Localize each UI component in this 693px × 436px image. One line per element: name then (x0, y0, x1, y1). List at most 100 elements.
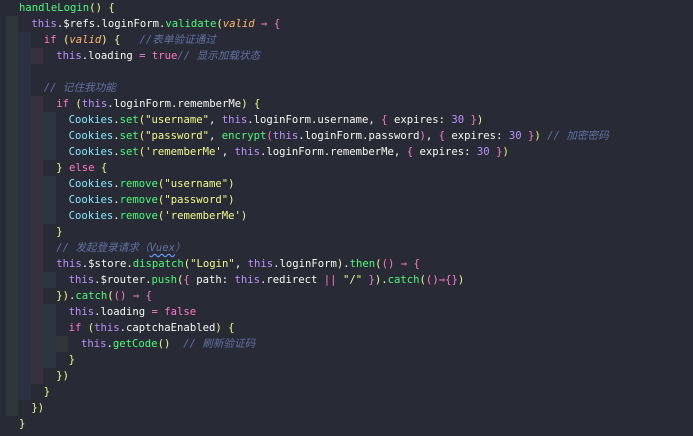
indent-guide (30, 112, 44, 128)
code-line[interactable]: this.$store.dispatch("Login", this.login… (56, 256, 420, 272)
code-line[interactable]: // 记住我功能 (44, 80, 116, 96)
indent-guide (43, 144, 56, 160)
indent-guide (30, 144, 44, 160)
code-editor[interactable]: handleLogin() { this.$refs.loginForm.vali… (0, 0, 693, 436)
code-line[interactable]: Cookies.set("username", this.loginForm.u… (69, 112, 484, 128)
code-text: }) (31, 402, 45, 414)
indent-guide (6, 368, 19, 384)
code-text: Cookies.remove('rememberMe') (68, 210, 248, 222)
indent-guide (43, 336, 56, 352)
indent-guide (18, 240, 31, 256)
indent-guide (6, 80, 19, 96)
code-text: this.$router.push({ path: this.redirect … (68, 274, 465, 286)
code-line[interactable]: } (56, 224, 62, 240)
code-line[interactable]: this.loading = true// 显示加载状态 (56, 48, 260, 64)
indent-guide (18, 112, 31, 128)
code-line[interactable]: } (69, 352, 75, 368)
indent-guide (18, 96, 31, 112)
code-line[interactable]: Cookies.remove("username") (69, 176, 235, 192)
code-line[interactable]: } (44, 384, 50, 400)
indent-guide (43, 304, 56, 320)
code-line[interactable]: Cookies.set('rememberMe', this.loginForm… (69, 144, 509, 160)
code-text: handleLogin() { (19, 2, 115, 14)
code-line[interactable]: }).catch(() ⇒ { (56, 288, 152, 304)
indent-guide (18, 128, 31, 144)
indent-guide (43, 112, 56, 128)
code-line[interactable]: if (this.captchaEnabled) { (69, 320, 235, 336)
code-text: } (68, 354, 75, 366)
indent-guide (18, 80, 31, 96)
code-line[interactable]: this.$refs.loginForm.validate(valid ⇒ { (31, 16, 280, 32)
indent-guide (6, 64, 19, 80)
code-text: // 记住我功能 (43, 82, 116, 94)
indent-guide (18, 272, 31, 288)
code-text: }).catch(() ⇒ { (56, 290, 152, 302)
indent-guide (18, 192, 31, 208)
code-line[interactable]: } else { (56, 160, 107, 176)
code-line[interactable]: } (19, 416, 25, 432)
code-text: this.getCode() // 刷新验证码 (81, 338, 256, 350)
code-text: if (valid) { //表单验证通过 (43, 34, 216, 46)
code-text: if (this.captchaEnabled) { (68, 322, 235, 334)
indent-guide (6, 384, 19, 400)
code-text: this.loading = false (68, 306, 197, 318)
code-text: Cookies.remove("password") (68, 194, 235, 206)
indent-guide (6, 32, 19, 48)
indent-guide (30, 192, 44, 208)
indent-guide (18, 160, 31, 176)
code-line[interactable]: Cookies.remove('rememberMe') (69, 208, 248, 224)
indent-guide (18, 144, 31, 160)
indent-guide (30, 352, 44, 368)
code-text: if (this.loginForm.rememberMe) { (56, 98, 261, 110)
indent-guide (6, 352, 19, 368)
indent-guide (6, 224, 19, 240)
indent-guide (6, 400, 19, 416)
indent-guide (18, 352, 31, 368)
indent-guide (6, 304, 19, 320)
code-line[interactable]: if (valid) { //表单验证通过 (44, 32, 216, 48)
code-line[interactable]: this.getCode() // 刷新验证码 (81, 336, 255, 352)
code-line[interactable]: // 发起登录请求（Vuex） (56, 240, 185, 256)
indent-guide (30, 304, 44, 320)
indent-guide (6, 192, 19, 208)
indent-guide (30, 240, 44, 256)
indent-guide (18, 256, 31, 272)
code-text: // 发起登录请求（Vuex） (56, 242, 186, 254)
indent-guide (30, 368, 44, 384)
indent-guide (43, 272, 56, 288)
code-text: Cookies.remove("username") (68, 178, 235, 190)
code-line[interactable]: handleLogin() { (19, 0, 115, 16)
indent-guide (43, 320, 56, 336)
code-text: Cookies.set('rememberMe', this.loginForm… (68, 146, 509, 158)
indent-guide (6, 272, 19, 288)
indent-guide (18, 48, 31, 64)
indent-guide (6, 208, 19, 224)
indent-guide (30, 48, 44, 64)
indent-guide (6, 336, 19, 352)
indent-guide (18, 176, 31, 192)
indent-guide (30, 320, 44, 336)
indent-guide (6, 176, 19, 192)
code-text: this.$store.dispatch("Login", this.login… (56, 258, 420, 270)
indent-guide (30, 96, 44, 112)
indent-guide (18, 304, 31, 320)
code-line[interactable]: Cookies.remove("password") (69, 192, 235, 208)
indent-guide (30, 128, 44, 144)
code-text: } (43, 386, 51, 398)
indent-guide (6, 96, 19, 112)
code-text: }) (56, 370, 69, 382)
code-line[interactable]: }) (31, 400, 44, 416)
indent-guide (6, 160, 19, 176)
indent-guide (6, 256, 19, 272)
indent-guide (6, 240, 19, 256)
indent-guide (30, 160, 44, 176)
code-line[interactable]: this.$router.push({ path: this.redirect … (69, 272, 465, 288)
code-text: Cookies.set("username", this.loginForm.u… (68, 114, 484, 126)
code-line[interactable]: if (this.loginForm.rememberMe) { (56, 96, 260, 112)
indent-guide (18, 368, 31, 384)
code-text: } else { (56, 162, 108, 174)
code-text: } (56, 226, 63, 238)
code-line[interactable]: }) (56, 368, 69, 384)
code-line[interactable]: this.loading = false (69, 304, 197, 320)
code-line[interactable]: Cookies.set("password", encrypt(this.log… (69, 128, 609, 144)
